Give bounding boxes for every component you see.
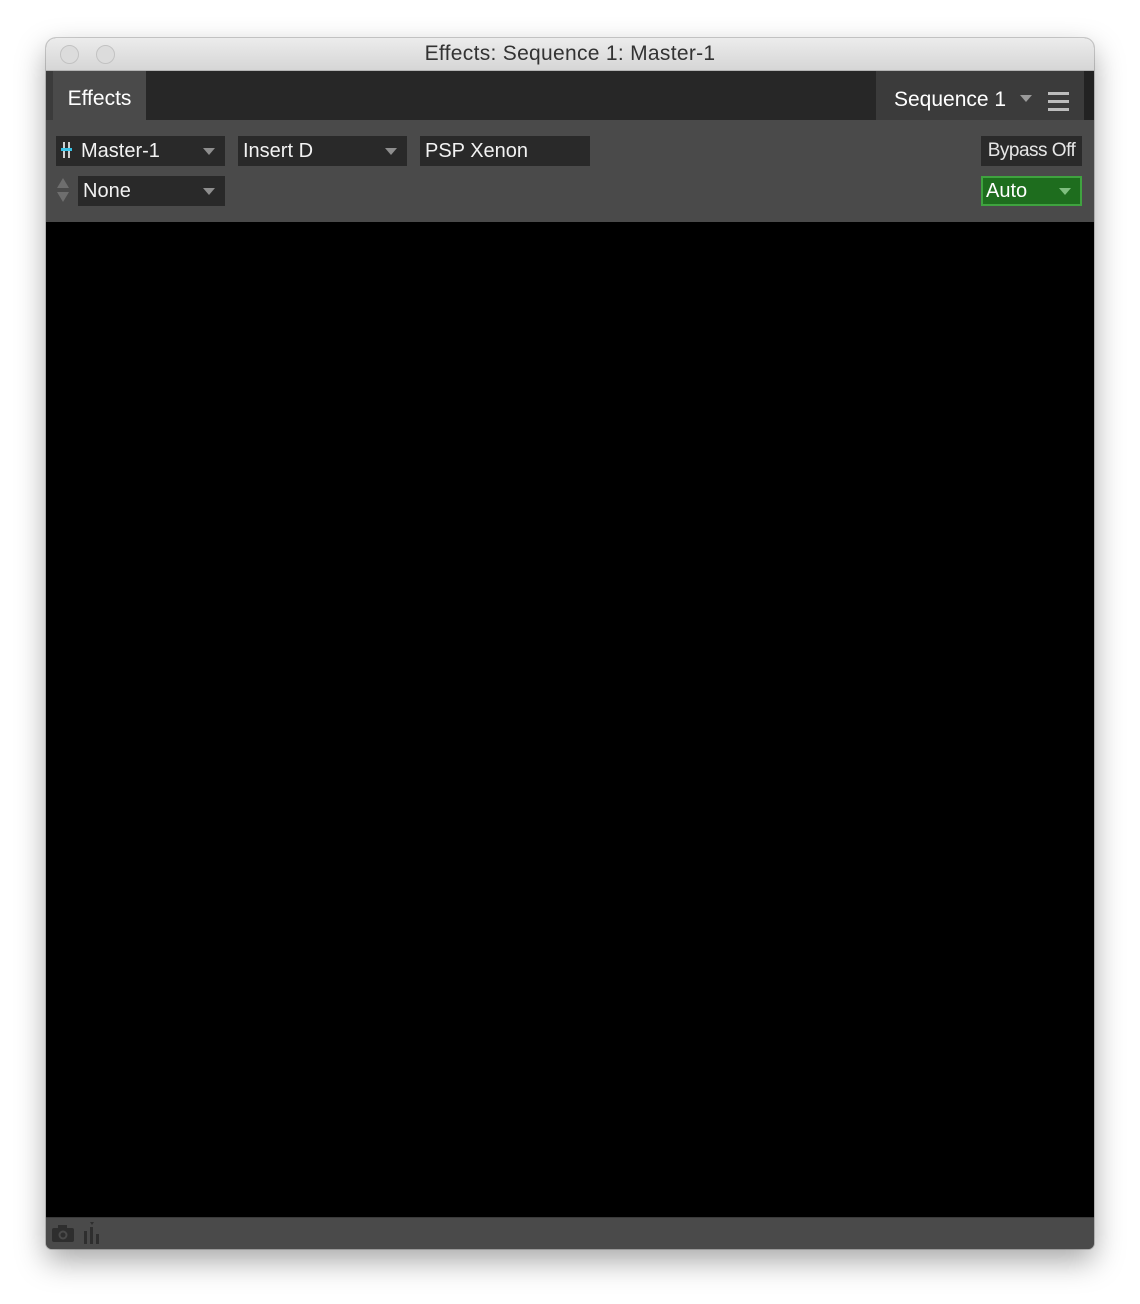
automation-select[interactable]: Auto bbox=[981, 176, 1082, 206]
effects-toolbar: Master-1 Insert D PSP Xenon Bypass Off N… bbox=[46, 120, 1094, 222]
tab-bar-edge bbox=[1084, 71, 1094, 120]
title-bar[interactable]: Effects: Sequence 1: Master-1 bbox=[46, 38, 1094, 71]
window-title: Effects: Sequence 1: Master-1 bbox=[424, 42, 716, 65]
plugin-view-area bbox=[46, 222, 1094, 1217]
status-bar bbox=[46, 1217, 1094, 1249]
chevron-down-icon bbox=[203, 148, 215, 155]
camera-icon[interactable] bbox=[52, 1225, 74, 1242]
track-select[interactable]: Master-1 bbox=[56, 136, 225, 166]
tab-bar: Effects Sequence 1 bbox=[46, 71, 1094, 120]
chevron-down-icon bbox=[203, 188, 215, 195]
insert-select-value: Insert D bbox=[243, 140, 314, 162]
plugin-name-value: PSP Xenon bbox=[425, 140, 529, 162]
preset-select-value: None bbox=[83, 180, 131, 202]
track-select-value: Master-1 bbox=[81, 140, 160, 162]
fader-track-icon bbox=[61, 141, 72, 158]
automation-select-value: Auto bbox=[986, 180, 1028, 202]
tab-bar-empty-area bbox=[146, 71, 876, 120]
plugin-name-field[interactable]: PSP Xenon bbox=[420, 136, 590, 166]
meter-bars-icon[interactable] bbox=[83, 1222, 101, 1244]
preset-select[interactable]: None bbox=[78, 176, 225, 206]
insert-select[interactable]: Insert D bbox=[238, 136, 407, 166]
hamburger-menu-icon[interactable] bbox=[1048, 92, 1069, 111]
chevron-down-icon bbox=[385, 148, 397, 155]
effects-window: Effects: Sequence 1: Master-1 Effects Se… bbox=[46, 38, 1094, 1249]
preset-stepper-icon[interactable] bbox=[56, 177, 70, 203]
tab-effects[interactable]: Effects bbox=[53, 71, 146, 120]
bypass-button[interactable]: Bypass Off bbox=[981, 136, 1082, 166]
chevron-down-icon[interactable] bbox=[1020, 95, 1032, 102]
chevron-down-icon bbox=[1059, 188, 1071, 195]
sequence-selector[interactable]: Sequence 1 bbox=[894, 71, 1006, 120]
